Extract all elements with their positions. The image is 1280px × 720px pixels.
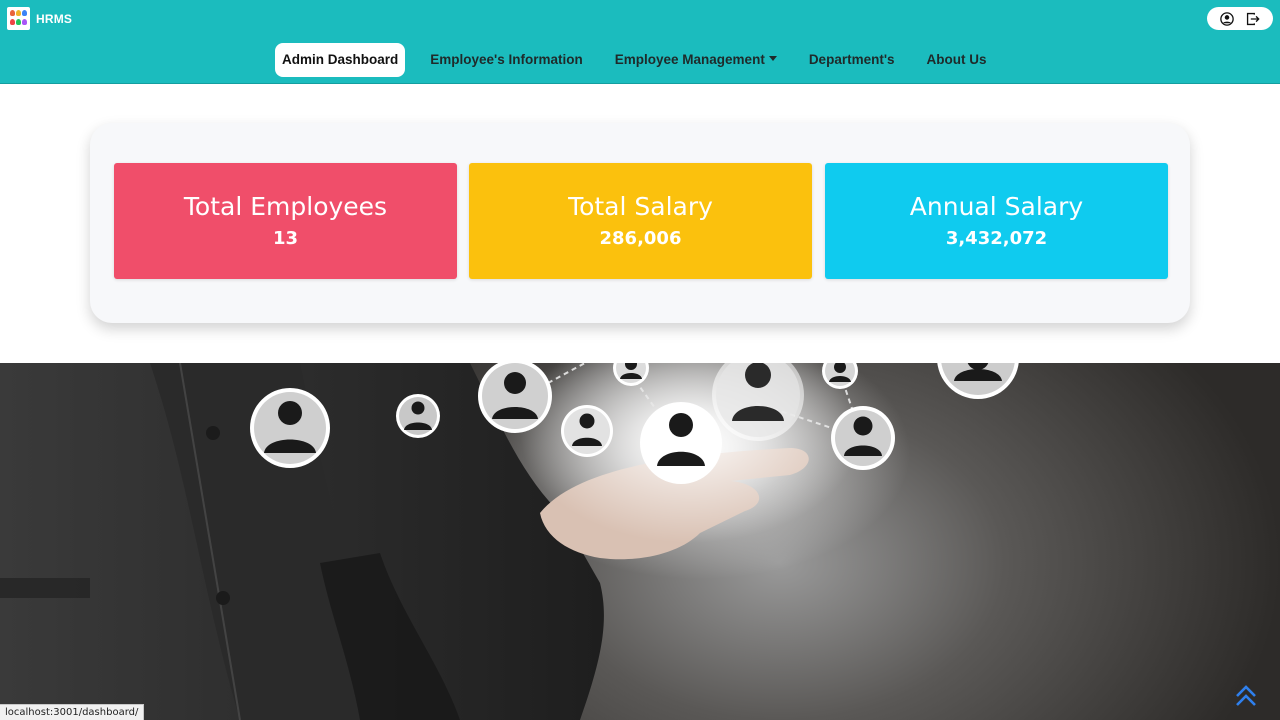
person-node-icon bbox=[250, 388, 330, 468]
total-employees-card[interactable]: Total Employees 13 bbox=[114, 163, 457, 279]
stat-title: Total Salary bbox=[568, 191, 713, 221]
nav-admin-dashboard[interactable]: Admin Dashboard bbox=[275, 43, 406, 77]
nav-employee-management-dropdown[interactable]: Employee Management bbox=[608, 43, 784, 77]
person-node-icon bbox=[396, 394, 440, 438]
people-network-illustration bbox=[0, 363, 1019, 720]
stat-title: Annual Salary bbox=[909, 191, 1084, 221]
logout-icon[interactable] bbox=[1246, 12, 1260, 26]
status-bar-url: localhost:3001/dashboard/ bbox=[0, 704, 145, 720]
stats-panel: Total Employees 13 Total Salary 286,006 … bbox=[90, 123, 1190, 323]
stat-title: Total Employees bbox=[183, 191, 388, 221]
total-salary-card[interactable]: Total Salary 286,006 bbox=[469, 163, 812, 279]
main-nav: Admin Dashboard Employee's Information E… bbox=[275, 43, 1012, 77]
top-navbar: HRMS Admin Dashboard Employee's Informat… bbox=[0, 0, 1280, 84]
caret-down-icon bbox=[768, 55, 777, 61]
brand[interactable]: HRMS bbox=[7, 7, 72, 30]
user-menu bbox=[1207, 7, 1273, 30]
hrms-logo-icon bbox=[7, 7, 30, 30]
nav-employees-information[interactable]: Employee's Information bbox=[423, 43, 590, 77]
person-node-icon bbox=[561, 405, 613, 457]
person-node-icon bbox=[937, 363, 1019, 399]
annual-salary-card[interactable]: Annual Salary 3,432,072 bbox=[825, 163, 1168, 279]
nav-label: Department's bbox=[808, 52, 895, 67]
brand-name: HRMS bbox=[36, 11, 73, 26]
person-node-icon bbox=[640, 402, 722, 484]
nav-label: Employee Management bbox=[614, 52, 765, 67]
nav-label: Admin Dashboard bbox=[282, 52, 399, 67]
nav-label: Employee's Information bbox=[430, 52, 583, 67]
person-node-icon bbox=[831, 406, 895, 470]
stat-value: 13 bbox=[272, 227, 299, 249]
nav-about-us[interactable]: About Us bbox=[920, 43, 994, 77]
stat-value: 3,432,072 bbox=[945, 227, 1048, 249]
scroll-to-top-icon[interactable] bbox=[1234, 684, 1258, 708]
hero-image: localhost:3001/dashboard/ bbox=[0, 363, 1280, 720]
nav-departments[interactable]: Department's bbox=[802, 43, 902, 77]
nav-label: About Us bbox=[926, 52, 987, 67]
user-circle-icon[interactable] bbox=[1220, 11, 1234, 26]
stat-value: 286,006 bbox=[599, 227, 682, 249]
